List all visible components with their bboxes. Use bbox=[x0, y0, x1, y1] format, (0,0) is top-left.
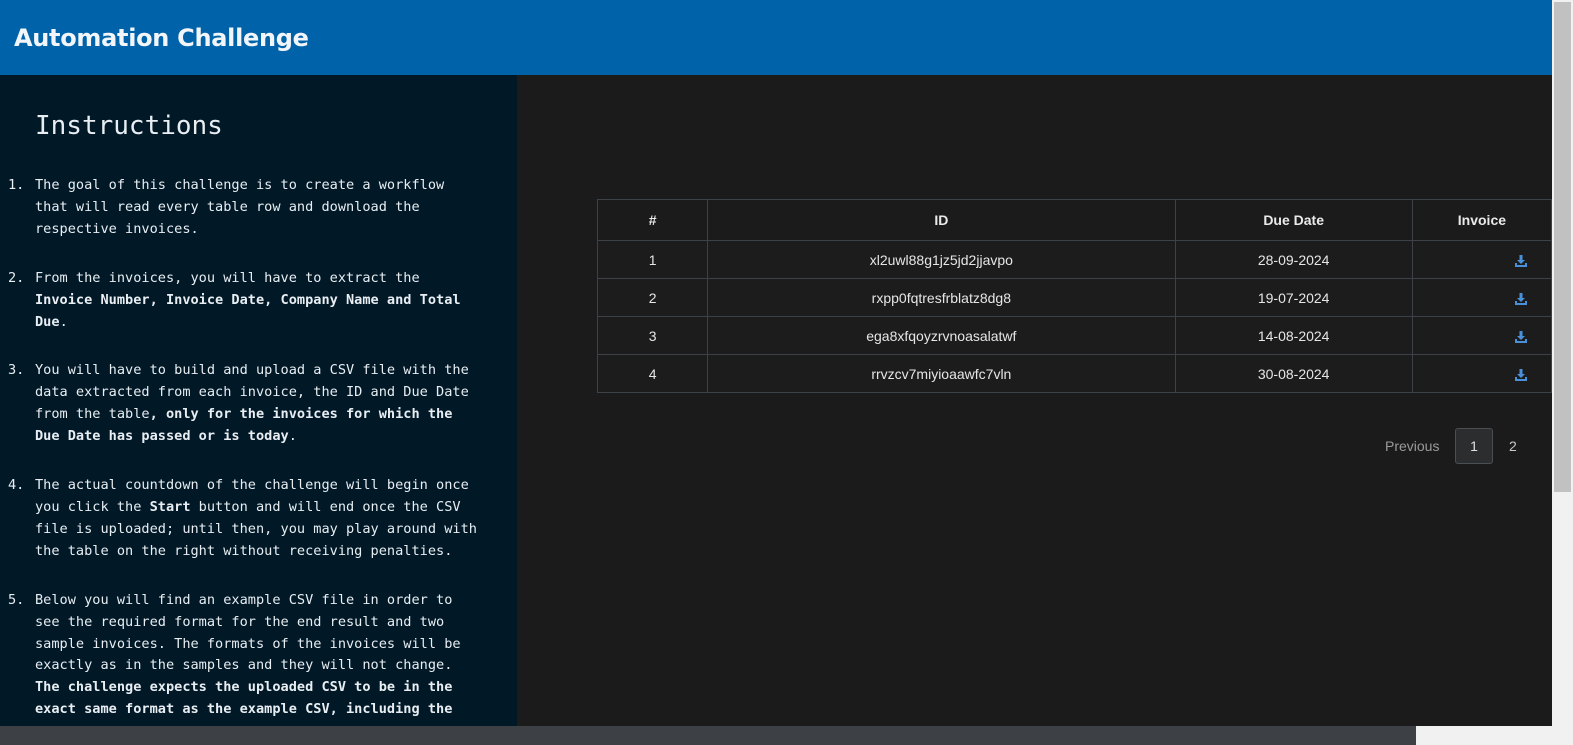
cell-invoice bbox=[1411, 316, 1552, 355]
horizontal-scrollbar[interactable] bbox=[0, 726, 1552, 745]
instruction-step: 4. The actual countdown of the challenge … bbox=[0, 475, 500, 563]
instruction-emphasis: Start bbox=[149, 498, 191, 515]
cell-num: 3 bbox=[596, 316, 709, 355]
download-icon[interactable] bbox=[1514, 365, 1528, 381]
table-row: 2 rxpp0fqtresfrblatz8dg8 19-07-2024 bbox=[596, 278, 1552, 317]
header-num: # bbox=[596, 199, 709, 241]
instructions-heading: Instructions bbox=[35, 111, 223, 141]
cell-num: 2 bbox=[596, 278, 709, 317]
instruction-text: Below you will find an example CSV file … bbox=[35, 591, 461, 674]
navbar: Automation Challenge bbox=[0, 0, 1552, 75]
header-due-date: Due Date bbox=[1174, 199, 1413, 241]
instruction-step-number: 3. bbox=[8, 362, 25, 379]
instructions-panel: Instructions 1. The goal of this challeng… bbox=[0, 75, 517, 726]
table-header-row: # ID Due Date Invoice bbox=[596, 199, 1552, 241]
cell-due-date: 28-09-2024 bbox=[1174, 240, 1413, 279]
cell-due-date: 19-07-2024 bbox=[1174, 278, 1413, 317]
vertical-scrollbar[interactable] bbox=[1552, 0, 1573, 745]
instruction-step: 5. Below you will find an example CSV fil… bbox=[0, 590, 500, 721]
cell-invoice bbox=[1411, 240, 1552, 279]
instruction-emphasis: Invoice Number, Invoice Date, Company Na… bbox=[35, 291, 461, 330]
instruction-step: 1. The goal of this challenge is to creat… bbox=[0, 175, 500, 241]
header-id: ID bbox=[707, 199, 1176, 241]
table-row: 4 rrvzcv7miyioaawfc7vln 30-08-2024 bbox=[596, 354, 1552, 393]
download-icon[interactable] bbox=[1514, 289, 1528, 305]
pagination-page-1[interactable]: 1 bbox=[1455, 428, 1493, 464]
instruction-step-number: 2. bbox=[8, 269, 25, 286]
cell-id: rrvzcv7miyioaawfc7vln bbox=[707, 354, 1176, 393]
cell-id: xl2uwl88g1jz5jd2jjavpo bbox=[707, 240, 1176, 279]
instruction-step-number: 4. bbox=[8, 477, 25, 494]
cell-due-date: 30-08-2024 bbox=[1174, 354, 1413, 393]
main-panel: # ID Due Date Invoice 1 xl2uwl88g1jz5jd2j… bbox=[517, 75, 1552, 726]
instructions-list: 1. The goal of this challenge is to creat… bbox=[0, 175, 500, 726]
instruction-text: . bbox=[59, 313, 68, 330]
instruction-step: 3. You will have to build and upload a CS… bbox=[0, 360, 500, 448]
cell-due-date: 14-08-2024 bbox=[1174, 316, 1413, 355]
app-title[interactable]: Automation Challenge bbox=[14, 24, 309, 52]
cell-invoice bbox=[1411, 278, 1552, 317]
header-invoice: Invoice bbox=[1411, 199, 1552, 241]
pagination-page-2[interactable]: 2 bbox=[1509, 438, 1517, 454]
download-icon[interactable] bbox=[1514, 251, 1528, 267]
instruction-step-number: 5. bbox=[8, 591, 25, 608]
cell-num: 4 bbox=[596, 354, 709, 393]
cell-num: 1 bbox=[596, 240, 709, 279]
table-row: 3 ega8xfqoyzrvnoasalatwf 14-08-2024 bbox=[596, 316, 1552, 355]
instruction-step-number: 1. bbox=[8, 177, 25, 193]
table-row: 1 xl2uwl88g1jz5jd2jjavpo 28-09-2024 bbox=[596, 240, 1552, 279]
instruction-emphasis: The challenge expects the uploaded CSV t… bbox=[35, 679, 453, 718]
pagination-previous[interactable]: Previous bbox=[1385, 438, 1439, 454]
download-icon[interactable] bbox=[1514, 327, 1528, 343]
cell-id: rxpp0fqtresfrblatz8dg8 bbox=[707, 278, 1176, 317]
instruction-text: The goal of this challenge is to create … bbox=[35, 177, 445, 237]
vertical-scrollbar-thumb[interactable] bbox=[1554, 2, 1571, 492]
instruction-text: . bbox=[288, 428, 297, 445]
instruction-step: 2. From the invoices, you will have to ex… bbox=[0, 268, 500, 334]
invoice-table: # ID Due Date Invoice 1 xl2uwl88g1jz5jd2j… bbox=[596, 199, 1552, 393]
cell-id: ega8xfqoyzrvnoasalatwf bbox=[707, 316, 1176, 355]
cell-invoice bbox=[1411, 354, 1552, 393]
instruction-text: From the invoices, you will have to extr… bbox=[35, 269, 420, 286]
horizontal-scrollbar-thumb[interactable] bbox=[0, 726, 1416, 745]
